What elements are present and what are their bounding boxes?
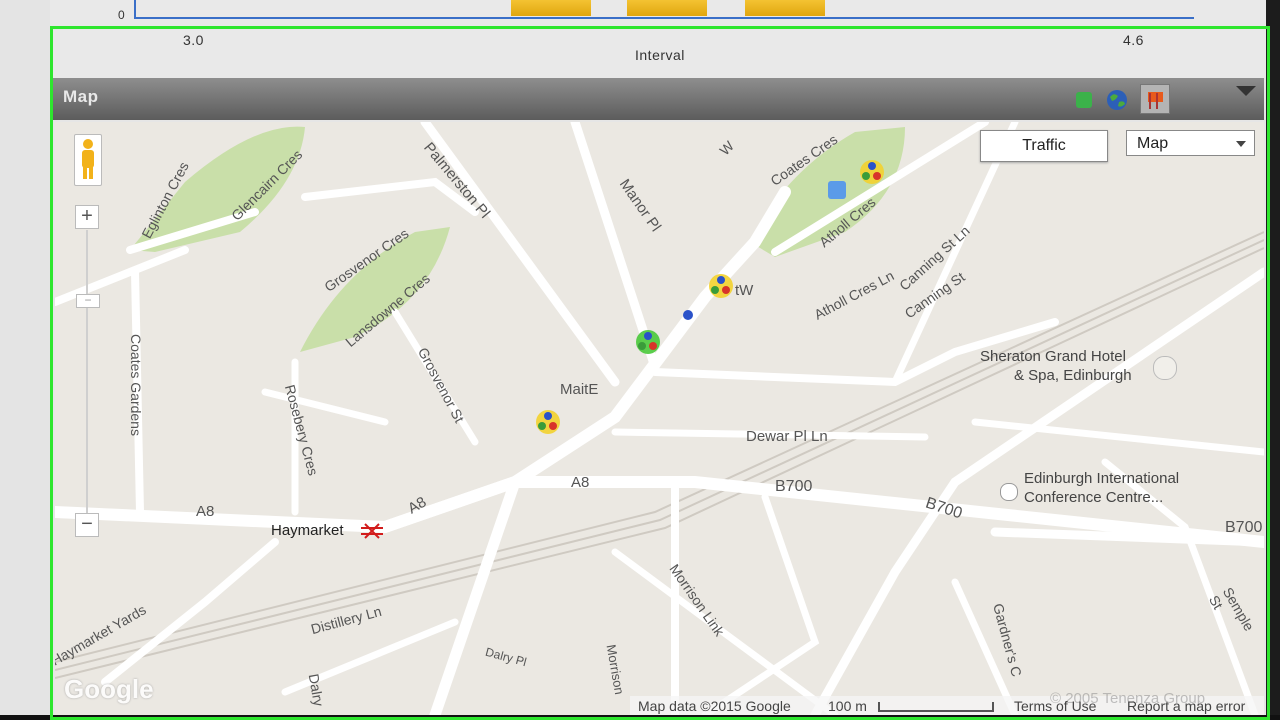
chart-area: 0 3.0 4.6 Interval: [50, 0, 1266, 78]
panel-title: Map: [63, 87, 99, 106]
road-label: B700: [775, 478, 813, 495]
location-marker-icon[interactable]: [857, 158, 887, 186]
zoom-out-button[interactable]: −: [75, 513, 99, 537]
green-square-icon[interactable]: [1076, 92, 1092, 108]
x-tick-label: 3.0: [183, 32, 204, 48]
station-label: Haymarket: [271, 522, 344, 539]
road-label: A8: [571, 474, 590, 491]
y-tick-label: 0: [118, 8, 126, 22]
location-marker-icon[interactable]: [706, 272, 736, 300]
pin-tool-button[interactable]: [1140, 84, 1170, 114]
location-marker-icon[interactable]: [533, 408, 563, 436]
x-axis-title: Interval: [635, 47, 685, 63]
chart-bar: [627, 0, 707, 16]
poi-label: Edinburgh International: [1024, 470, 1180, 487]
pin-icon: [1148, 92, 1163, 109]
x-axis: [134, 17, 1194, 19]
globe-icon[interactable]: [1105, 88, 1129, 112]
chart-bar: [511, 0, 591, 16]
x-tick-label: 4.6: [1123, 32, 1144, 48]
marker-label: MaitE: [560, 381, 599, 398]
map-type-value: Map: [1137, 135, 1169, 152]
zoom-in-button[interactable]: +: [75, 205, 99, 229]
map-data-attribution: Map data ©2015 Google: [638, 698, 791, 714]
left-background: [0, 0, 50, 720]
y-axis: [134, 0, 136, 18]
marker-label: tW: [735, 282, 754, 299]
venue-icon: [1000, 483, 1018, 501]
pegman-icon: [82, 139, 94, 179]
zoom-slider-thumb[interactable]: −: [76, 294, 100, 308]
terms-link[interactable]: Terms of Use: [1014, 698, 1096, 714]
zoom-slider-track[interactable]: [86, 230, 88, 515]
poi-label: Conference Centre...: [1024, 489, 1164, 506]
location-marker-icon[interactable]: [633, 328, 663, 356]
report-error-link[interactable]: Report a map error: [1127, 698, 1245, 714]
street-label: Coates Gardens: [127, 334, 144, 436]
poi-label: & Spa, Edinburgh: [1014, 367, 1132, 384]
scale-label: 100 m: [828, 698, 867, 714]
bottom-border: [0, 715, 1280, 720]
chart-bar: [745, 0, 825, 16]
transit-icon: [828, 181, 846, 199]
location-dot-icon[interactable]: [683, 310, 693, 320]
google-logo: Google: [64, 674, 154, 704]
chevron-down-icon: [1236, 141, 1246, 147]
map-panel-header: Map: [53, 78, 1264, 120]
traffic-button[interactable]: Traffic: [980, 130, 1108, 162]
map-type-select[interactable]: Map: [1126, 130, 1255, 156]
rail-station-icon: [361, 523, 383, 539]
street-view-pegman[interactable]: [74, 134, 102, 186]
street-label: Dewar Pl Ln: [746, 428, 828, 445]
road-label: A8: [196, 503, 215, 520]
map-canvas[interactable]: Eglinton Cres Glencairn Cres Palmerston …: [55, 122, 1264, 715]
scale-bar: [878, 702, 994, 712]
hotel-icon: [1153, 356, 1177, 380]
poi-label: Sheraton Grand Hotel: [980, 348, 1126, 365]
road-label: B700: [1225, 519, 1263, 536]
railway: [55, 231, 1264, 679]
triangle-down-icon[interactable]: [1234, 84, 1258, 98]
right-border: [1266, 0, 1280, 720]
